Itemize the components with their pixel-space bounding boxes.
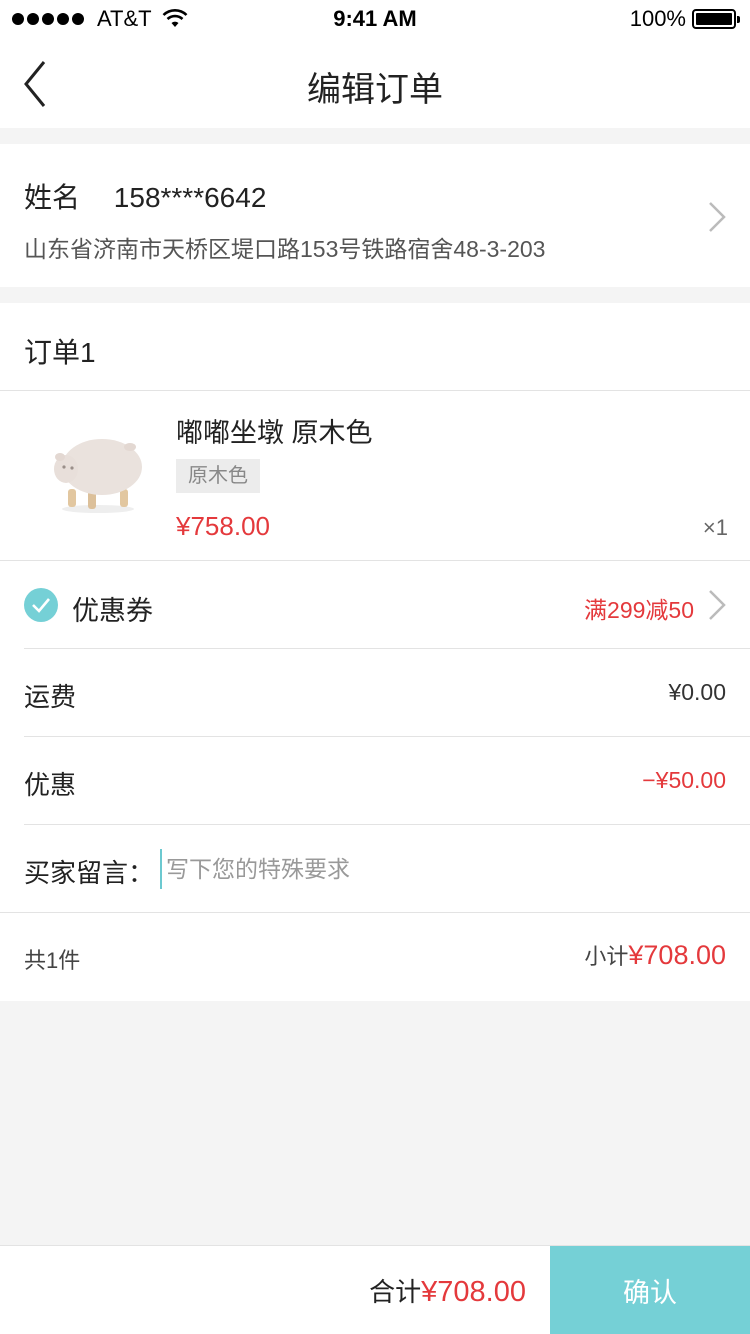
discount-row: 优惠 −¥50.00 <box>0 737 750 825</box>
checkout-bar: 合计¥708.00 确认 <box>0 1245 750 1334</box>
product-price: ¥758.00 <box>176 511 270 541</box>
product-name: 嘟嘟坐墩 原木色 <box>176 418 373 448</box>
recipient-phone: 158****6642 <box>113 182 267 213</box>
address-detail: 山东省济南市天桥区堤口路153号铁路宿舍48-3-203 <box>24 236 546 262</box>
subtotal: 小计¥708.00 <box>584 939 726 971</box>
product-item[interactable]: 嘟嘟坐墩 原木色 原木色 ¥758.00 ×1 <box>0 391 750 561</box>
coupon-row[interactable]: 优惠券 满299减50 <box>0 561 750 649</box>
shipping-label: 运费 <box>24 682 77 712</box>
battery-icon <box>692 9 740 29</box>
coupon-label: 优惠券 <box>72 596 153 626</box>
total-label: 合计 <box>369 1277 422 1307</box>
status-bar: AT&T 9:41 AM 100% <box>0 0 750 40</box>
order-summary-row: 共1件 小计¥708.00 <box>0 913 750 1001</box>
check-circle-icon[interactable] <box>24 588 58 622</box>
subtotal-value: ¥708.00 <box>628 940 726 970</box>
discount-label: 优惠 <box>24 770 77 800</box>
chevron-right-icon <box>709 202 726 232</box>
shipping-value: ¥0.00 <box>668 679 726 705</box>
order-header: 订单1 <box>0 303 750 391</box>
total-value: ¥708.00 <box>421 1276 526 1308</box>
buyer-message-row: 买家留言： <box>0 825 750 913</box>
confirm-button[interactable]: 确认 <box>550 1246 750 1334</box>
discount-value: −¥50.00 <box>642 767 726 793</box>
battery-percentage: 100% <box>629 6 686 31</box>
status-right: 100% <box>629 6 740 32</box>
address-contact: 姓名 158****6642 <box>24 176 266 216</box>
coupon-value: 满299减50 <box>584 597 694 623</box>
address-card[interactable]: 姓名 158****6642 山东省济南市天桥区堤口路153号铁路宿舍48-3-… <box>0 144 750 287</box>
shipping-row: 运费 ¥0.00 <box>0 649 750 737</box>
chevron-right-icon <box>709 590 726 620</box>
buyer-message-label: 买家留言： <box>24 858 155 888</box>
page-title: 编辑订单 <box>307 71 443 109</box>
navigation-bar: 编辑订单 <box>0 40 750 128</box>
order-title: 订单1 <box>24 337 96 368</box>
buyer-message-input[interactable] <box>160 849 720 889</box>
order-total: 合计¥708.00 <box>369 1272 526 1309</box>
product-variant-tag: 原木色 <box>176 459 260 493</box>
order-block: 订单1 嘟嘟坐墩 原木色 原木色 ¥758.00 ×1 优惠券 满299减50 <box>0 303 750 1001</box>
product-quantity: ×1 <box>702 515 728 540</box>
recipient-name: 姓名 <box>24 182 81 213</box>
subtotal-label: 小计 <box>584 944 629 969</box>
item-count: 共1件 <box>24 948 81 973</box>
product-image <box>54 439 142 513</box>
